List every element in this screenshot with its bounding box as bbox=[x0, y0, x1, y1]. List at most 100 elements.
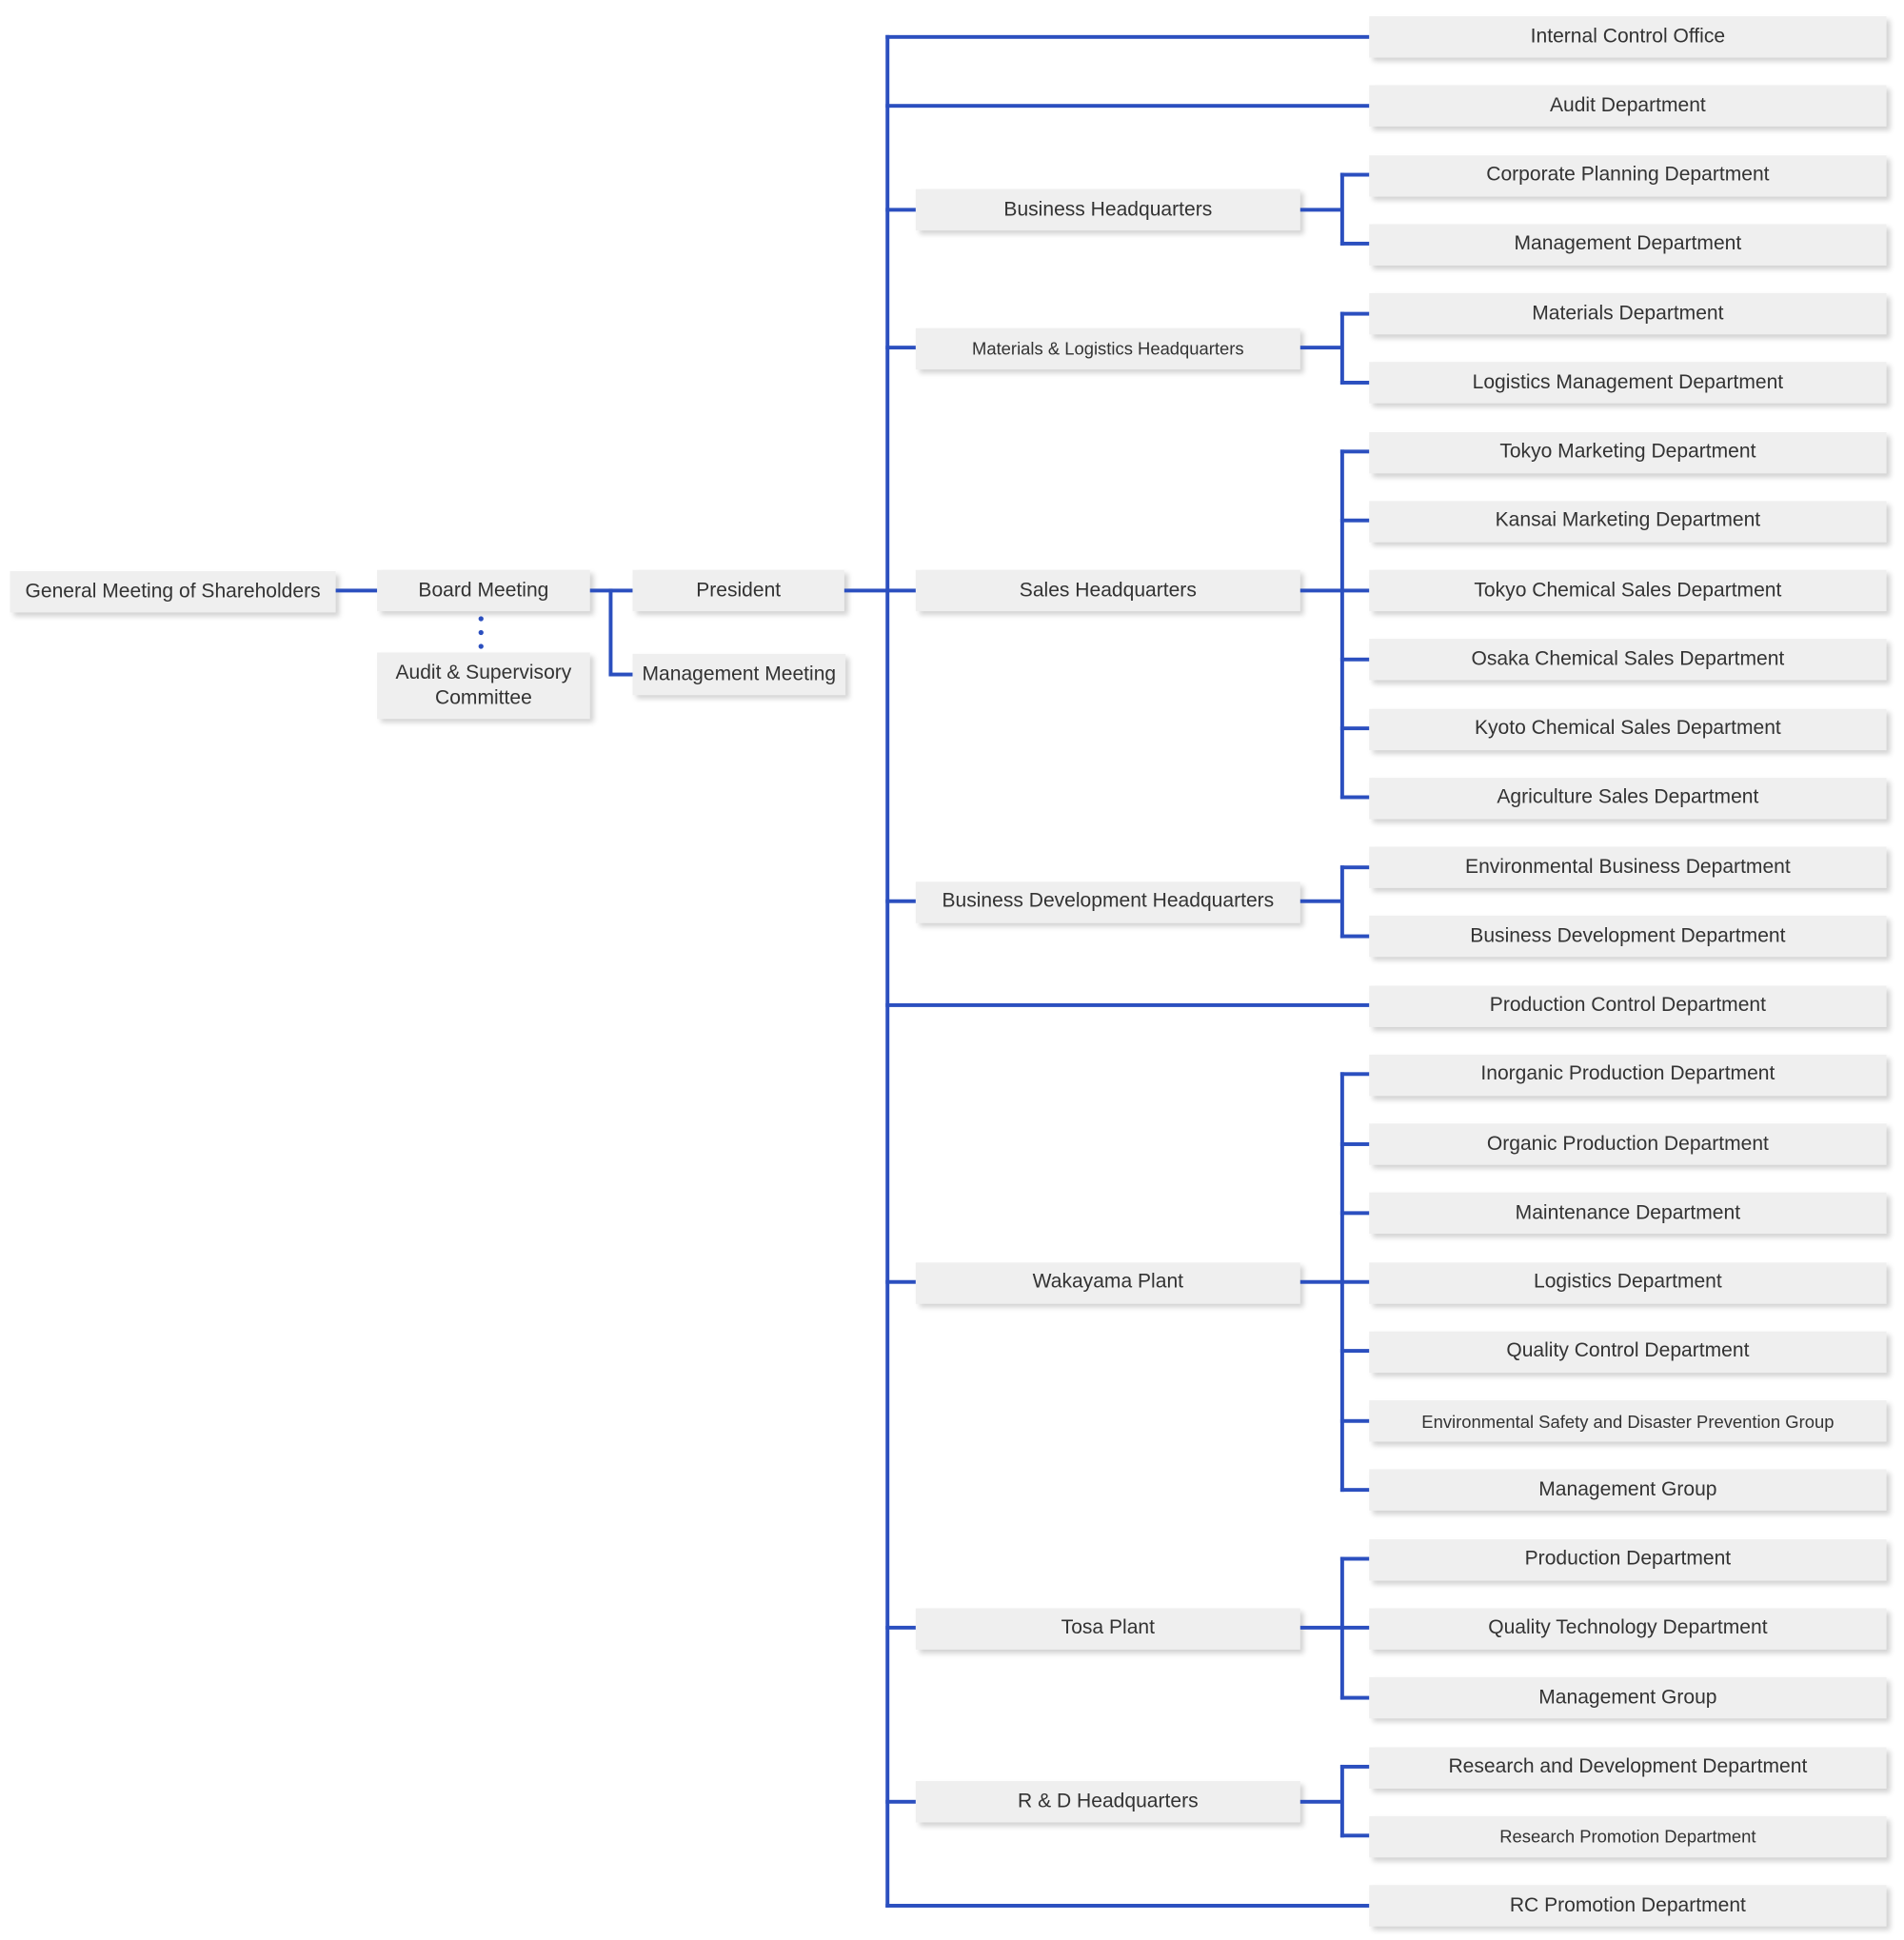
department-box-label: Logistics Management Department bbox=[1472, 371, 1784, 393]
department-box: Quality Technology Department bbox=[1369, 1608, 1887, 1650]
connector bbox=[335, 588, 378, 593]
department-box-label: Tokyo Chemical Sales Department bbox=[1474, 579, 1782, 602]
department-box-label: Materials Department bbox=[1532, 302, 1724, 325]
department-box-label: Audit Department bbox=[1549, 94, 1706, 117]
connector bbox=[1339, 1764, 1370, 1769]
department-box: Quality Control Department bbox=[1369, 1331, 1887, 1374]
headquarters-box: Business Development Headquarters bbox=[915, 881, 1300, 923]
connector bbox=[1339, 172, 1344, 247]
connector bbox=[1339, 864, 1370, 869]
department-box-label: Business Development Department bbox=[1470, 925, 1786, 947]
connector bbox=[885, 34, 1370, 39]
department-box-label: Management Group bbox=[1538, 1478, 1717, 1501]
connector bbox=[1339, 1695, 1370, 1700]
connector bbox=[1339, 1211, 1370, 1216]
department-box: Maintenance Department bbox=[1369, 1193, 1887, 1235]
connector bbox=[1339, 726, 1370, 731]
connector bbox=[1339, 1833, 1370, 1838]
connector bbox=[885, 1626, 916, 1631]
department-box-label: Management Department bbox=[1514, 233, 1742, 255]
connector bbox=[608, 672, 633, 677]
department-box: Production Control Department bbox=[1369, 985, 1887, 1027]
department-box: Inorganic Production Department bbox=[1369, 1054, 1887, 1097]
connector bbox=[843, 588, 888, 593]
headquarters-box-label: Business Headquarters bbox=[1003, 198, 1213, 221]
connector bbox=[1339, 242, 1370, 247]
connector bbox=[1339, 1556, 1370, 1561]
headquarters-box: R & D Headquarters bbox=[915, 1781, 1300, 1823]
department-box: Logistics Department bbox=[1369, 1261, 1887, 1304]
connector bbox=[1339, 311, 1344, 385]
department-box-label: Osaka Chemical Sales Department bbox=[1471, 648, 1785, 670]
dotted-connector bbox=[478, 616, 484, 622]
department-box-label: Organic Production Department bbox=[1486, 1133, 1769, 1155]
president-box: President bbox=[632, 569, 844, 612]
department-box: Management Group bbox=[1369, 1677, 1887, 1719]
connector bbox=[885, 1903, 1370, 1908]
audit-committee-label-1: Audit & Supervisory bbox=[395, 662, 572, 683]
headquarters-box-label: Materials & Logistics Headquarters bbox=[971, 338, 1244, 359]
connector bbox=[1299, 587, 1343, 592]
department-box: Organic Production Department bbox=[1369, 1123, 1887, 1165]
department-box: Kyoto Chemical Sales Department bbox=[1369, 708, 1887, 750]
connector bbox=[1339, 1488, 1370, 1493]
connector bbox=[885, 346, 916, 350]
department-box: Business Development Department bbox=[1369, 916, 1887, 958]
department-box-label: Research and Development Department bbox=[1448, 1755, 1808, 1778]
department-box: Corporate Planning Department bbox=[1369, 154, 1887, 196]
connector bbox=[885, 587, 916, 592]
connector bbox=[1299, 900, 1343, 904]
management-meeting-label: Management Meeting bbox=[642, 663, 837, 685]
connector bbox=[1339, 449, 1344, 800]
connector bbox=[1339, 1349, 1370, 1354]
department-box-label: Internal Control Office bbox=[1530, 25, 1726, 48]
headquarters-box: Business Headquarters bbox=[915, 188, 1300, 231]
connector bbox=[1339, 1279, 1370, 1284]
connector bbox=[1339, 796, 1370, 800]
department-box: Internal Control Office bbox=[1369, 16, 1887, 58]
department-box-label: Production Department bbox=[1524, 1548, 1732, 1570]
board-box: Board Meeting bbox=[377, 569, 590, 612]
connector bbox=[885, 900, 916, 904]
connector bbox=[1339, 1764, 1344, 1838]
connector bbox=[1299, 1279, 1343, 1284]
management-meeting-box: Management Meeting bbox=[632, 653, 846, 696]
dotted-connector bbox=[478, 643, 484, 649]
department-box-label: Agriculture Sales Department bbox=[1497, 786, 1759, 809]
department-box-label: Research Promotion Department bbox=[1499, 1826, 1756, 1847]
connector bbox=[1339, 1141, 1370, 1146]
connector bbox=[1339, 934, 1370, 939]
department-box: Research and Development Department bbox=[1369, 1746, 1887, 1789]
department-box: Logistics Management Department bbox=[1369, 362, 1887, 405]
connector bbox=[1339, 380, 1370, 385]
department-box: Management Department bbox=[1369, 224, 1887, 266]
connector bbox=[608, 588, 613, 676]
connector bbox=[885, 103, 1370, 108]
headquarters-box-label: Sales Headquarters bbox=[1019, 579, 1197, 601]
department-box: Research Promotion Department bbox=[1369, 1815, 1887, 1858]
department-box-label: RC Promotion Department bbox=[1509, 1894, 1746, 1916]
connector bbox=[1339, 519, 1370, 524]
headquarters-box-label: Tosa Plant bbox=[1061, 1617, 1155, 1639]
connector bbox=[1339, 864, 1344, 939]
headquarters-box: Tosa Plant bbox=[915, 1608, 1300, 1650]
department-box: Tokyo Marketing Department bbox=[1369, 431, 1887, 473]
connector bbox=[885, 207, 916, 211]
department-box-label: Production Control Department bbox=[1489, 994, 1766, 1017]
audit-committee-label-2: Committee bbox=[434, 686, 532, 709]
department-box: Materials Department bbox=[1369, 292, 1887, 335]
department-box: Kansai Marketing Department bbox=[1369, 501, 1887, 543]
department-box-label: Inorganic Production Department bbox=[1480, 1063, 1775, 1085]
connector bbox=[1339, 587, 1370, 592]
department-box: Agriculture Sales Department bbox=[1369, 777, 1887, 820]
connector bbox=[1299, 1626, 1343, 1631]
connector bbox=[885, 1799, 916, 1804]
headquarters-box: Materials & Logistics Headquarters bbox=[915, 327, 1300, 369]
connector bbox=[1339, 1418, 1370, 1423]
headquarters-box: Sales Headquarters bbox=[915, 569, 1300, 612]
connector bbox=[1339, 172, 1370, 177]
headquarters-box-label: Wakayama Plant bbox=[1032, 1271, 1183, 1294]
department-box-label: Maintenance Department bbox=[1515, 1202, 1741, 1224]
department-box-label: Corporate Planning Department bbox=[1486, 164, 1770, 186]
department-box-label: Environmental Business Department bbox=[1465, 856, 1791, 878]
